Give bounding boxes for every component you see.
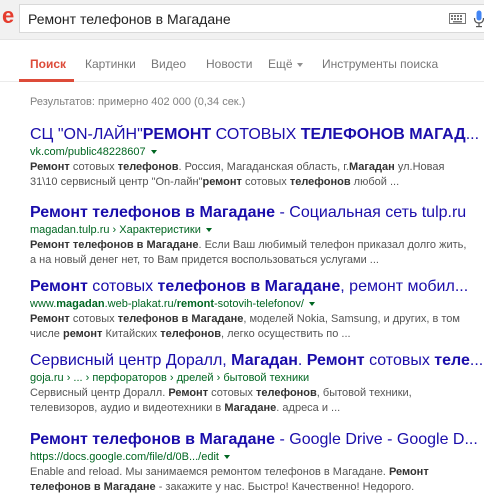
result-url-text: vk.com/public48228607 xyxy=(30,146,146,158)
result-url-text: goja.ru › ... › перфораторов › дрелей › … xyxy=(30,372,310,384)
url-menu-arrow-icon[interactable] xyxy=(223,455,230,460)
text-segment: . Россия, Магаданская область, г. xyxy=(178,161,349,173)
search-result: Ремонт телефонов в Магадане - Социальная… xyxy=(30,203,484,268)
microphone-icon[interactable] xyxy=(473,10,484,28)
result-url: goja.ru › ... › перфораторов › дрелей › … xyxy=(30,370,484,386)
result-url-text: www.magadan.web-plakat.ru/remont-sotovih… xyxy=(30,298,304,310)
text-segment: , легко осуществить по ... xyxy=(221,328,351,340)
text-segment: Enable and reload. Мы занимаемся ремонто… xyxy=(30,466,389,478)
highlighted-text: ремонт xyxy=(62,328,103,340)
result-url-text: magadan.tulp.ru › Характеристики xyxy=(30,224,201,236)
text-segment: - закажите у нас. Быстро! Качественно! Н… xyxy=(155,481,415,493)
text-segment: Китайских xyxy=(102,328,161,340)
highlighted-text: Магадан xyxy=(231,352,298,369)
highlighted-text: Магадан xyxy=(348,161,395,173)
text-segment: Сервисный центр Доралл, xyxy=(30,352,232,369)
result-title-link[interactable]: Ремонт телефонов в Магадане - Социальная… xyxy=(30,203,484,222)
search-result: СЦ "ON-ЛАЙН"РЕМОНТ СОТОВЫХ ТЕЛЕФОНОВ МАГ… xyxy=(30,125,484,190)
text-segment: , ремонт мобил... xyxy=(340,278,469,295)
tab-search[interactable]: Поиск xyxy=(30,57,66,71)
tab-more[interactable]: Ещё xyxy=(268,57,303,71)
text-segment: сотовых xyxy=(69,313,118,325)
highlighted-text: Ремонт xyxy=(30,313,70,325)
highlighted-text: Ремонт телефонов в Магадане xyxy=(30,204,276,221)
text-segment: . xyxy=(297,352,307,369)
highlighted-text: ТЕЛЕФОНОВ МАГАД xyxy=(300,126,466,143)
highlighted-text: Ремонт xyxy=(30,278,88,295)
highlighted-text: magadan xyxy=(56,298,105,310)
text-segment: СОТОВЫХ xyxy=(211,126,301,143)
active-tab-indicator xyxy=(19,79,74,82)
highlighted-text: телефонов xyxy=(160,328,222,340)
highlighted-text: теле xyxy=(434,352,470,369)
highlighted-text: телефонов xyxy=(289,176,351,188)
highlighted-text: Ремонт телефонов в Магадане xyxy=(30,431,276,448)
tab-search-tools[interactable]: Инструменты поиска xyxy=(322,57,438,71)
result-title-link[interactable]: Сервисный центр Доралл, Магадан. Ремонт … xyxy=(30,351,484,370)
highlighted-text: Ремонт xyxy=(168,387,209,399)
text-segment: сотовых xyxy=(364,352,435,369)
tab-video[interactable]: Видео xyxy=(151,57,186,71)
url-menu-arrow-icon[interactable] xyxy=(150,150,157,155)
text-segment: ... xyxy=(469,352,484,369)
highlighted-text: телефонов в Магадане xyxy=(157,278,341,295)
highlighted-text: Ремонт xyxy=(30,161,70,173)
result-title-link[interactable]: Ремонт телефонов в Магадане - Google Dri… xyxy=(30,430,484,449)
text-segment: сотовых xyxy=(69,161,118,173)
search-box[interactable] xyxy=(19,4,484,33)
tab-news[interactable]: Новости xyxy=(206,57,252,71)
highlighted-text: Ремонт xyxy=(306,352,365,369)
highlighted-text: ремонт xyxy=(202,176,242,188)
chevron-down-icon xyxy=(296,62,303,67)
google-logo-fragment[interactable]: e xyxy=(2,3,14,29)
result-snippet: Ремонт сотовых телефонов в Магадане, мод… xyxy=(30,312,470,342)
highlighted-text: телефонов xyxy=(117,161,179,173)
highlighted-text: РЕМОНТ xyxy=(142,126,212,143)
result-title-link[interactable]: СЦ "ON-ЛАЙН"РЕМОНТ СОТОВЫХ ТЕЛЕФОНОВ МАГ… xyxy=(30,125,484,144)
highlighted-text: Ремонт телефонов в Магадане xyxy=(30,239,199,251)
highlighted-text: remont xyxy=(176,298,215,310)
url-menu-arrow-icon[interactable] xyxy=(308,302,315,307)
text-segment: - Социальная сеть tulp.ru xyxy=(275,204,467,221)
highlighted-text: Магадане xyxy=(224,402,277,414)
text-segment: сотовых xyxy=(87,278,158,295)
search-result: Ремонт телефонов в Магадане - Google Dri… xyxy=(30,430,484,495)
keyboard-icon[interactable] xyxy=(449,13,466,24)
result-snippet: Ремонт телефонов в Магадане. Если Ваш лю… xyxy=(30,238,470,268)
text-segment: . адреса и ... xyxy=(276,402,341,414)
search-tabs: Поиск Картинки Видео Новости Ещё Инструм… xyxy=(0,44,484,82)
result-snippet: Enable and reload. Мы занимаемся ремонто… xyxy=(30,465,470,495)
text-segment: СЦ "ON-ЛАЙН" xyxy=(30,126,143,143)
text-segment: .web-plakat.ru/ xyxy=(104,298,177,310)
result-url: www.magadan.web-plakat.ru/remont-sotovih… xyxy=(30,296,484,312)
result-snippet: Ремонт сотовых телефонов. Россия, Магада… xyxy=(30,160,470,190)
tab-more-label: Ещё xyxy=(268,57,293,71)
result-snippet: Сервисный центр Доралл. Ремонт сотовых т… xyxy=(30,386,470,416)
highlighted-text: телефонов в Магадане xyxy=(117,313,244,325)
text-segment: ... xyxy=(465,126,480,143)
result-title-link[interactable]: Ремонт сотовых телефонов в Магадане, рем… xyxy=(30,277,484,296)
search-result: Ремонт сотовых телефонов в Магадане, рем… xyxy=(30,277,484,342)
text-segment: Сервисный центр Доралл. xyxy=(30,387,169,399)
text-segment: www. xyxy=(30,298,57,310)
text-segment: сотовых xyxy=(208,387,256,399)
text-segment: -sotovih-telefonov/ xyxy=(214,298,304,310)
result-stats: Результатов: примерно 402 000 (0,34 сек.… xyxy=(30,96,246,108)
result-url: https://docs.google.com/file/d/0B.../edi… xyxy=(30,449,484,465)
text-segment: любой ... xyxy=(350,176,400,188)
search-result: Сервисный центр Доралл, Магадан. Ремонт … xyxy=(30,351,484,416)
result-url: vk.com/public48228607 xyxy=(30,144,484,160)
search-input[interactable] xyxy=(28,9,428,29)
text-segment: сотовых xyxy=(241,176,290,188)
result-url-text: https://docs.google.com/file/d/0B.../edi… xyxy=(30,451,219,463)
top-search-bar: e xyxy=(0,0,484,40)
url-menu-arrow-icon[interactable] xyxy=(205,228,212,233)
result-url: magadan.tulp.ru › Характеристики xyxy=(30,222,484,238)
highlighted-text: телефонов xyxy=(256,387,317,399)
text-segment: - Google Drive - Google D... xyxy=(275,431,478,448)
tab-images[interactable]: Картинки xyxy=(85,57,136,71)
